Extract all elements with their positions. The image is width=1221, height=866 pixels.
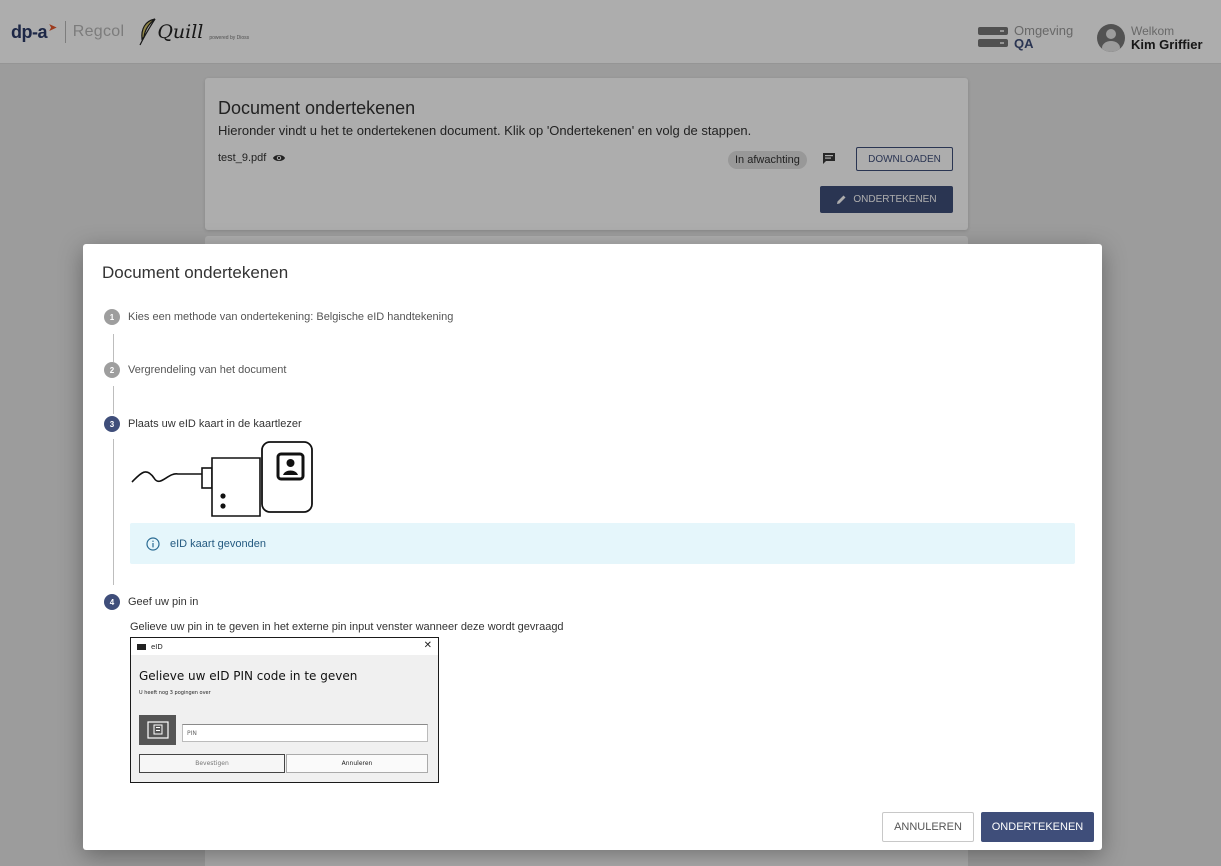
step-label: Geef uw pin in xyxy=(128,596,199,608)
cancel-button[interactable]: ANNULEREN xyxy=(882,812,974,842)
step-insert-card[interactable]: 3 Plaats uw eID kaart in de kaartlezer xyxy=(104,416,302,432)
pin-instruction: Gelieve uw pin in te geven in het extern… xyxy=(130,621,564,633)
pin-dialog-heading: Gelieve uw eID PIN code in te geven xyxy=(139,669,358,683)
step-number: 1 xyxy=(104,309,120,325)
eid-app-icon xyxy=(137,643,146,650)
pin-cancel-button-image: Annuleren xyxy=(286,754,428,773)
sign-button[interactable]: ONDERTEKENEN xyxy=(981,812,1094,842)
step-enter-pin[interactable]: 4 Geef uw pin in xyxy=(104,594,198,610)
alert-message: eID kaart gevonden xyxy=(170,537,267,550)
step-choose-method[interactable]: 1 Kies een methode van ondertekening: Be… xyxy=(104,309,453,325)
stepper-connector xyxy=(113,439,114,585)
card-reader-icon xyxy=(131,441,313,517)
step-lock-document[interactable]: 2 Vergrendeling van het document xyxy=(104,362,286,378)
step-number: 3 xyxy=(104,416,120,432)
pin-dialog-titlebar: eID ✕ xyxy=(131,638,438,655)
pin-dialog-screenshot: eID ✕ Gelieve uw eID PIN code in te geve… xyxy=(130,637,439,783)
pin-field-image: PIN xyxy=(182,724,428,742)
step-label: Kies een methode van ondertekening: Belg… xyxy=(128,311,454,323)
card-icon xyxy=(139,715,176,745)
step-number: 2 xyxy=(104,362,120,378)
stepper-connector xyxy=(113,386,114,414)
pin-attempts-remaining: U heeft nog 3 pogingen over xyxy=(139,690,211,696)
pin-confirm-button-image: Bevestigen xyxy=(139,754,285,773)
card-found-alert: eID kaart gevonden xyxy=(130,523,1075,564)
pin-dialog-title: eID xyxy=(151,642,163,651)
info-icon xyxy=(146,536,160,551)
step-label: Plaats uw eID kaart in de kaartlezer xyxy=(128,418,302,430)
sign-document-dialog: Document ondertekenen 1 Kies een methode… xyxy=(83,244,1102,850)
dialog-title: Document ondertekenen xyxy=(102,263,289,282)
close-icon: ✕ xyxy=(423,640,432,651)
step-label: Vergrendeling van het document xyxy=(128,364,287,376)
step-number: 4 xyxy=(104,594,120,610)
stepper-connector xyxy=(113,334,114,362)
